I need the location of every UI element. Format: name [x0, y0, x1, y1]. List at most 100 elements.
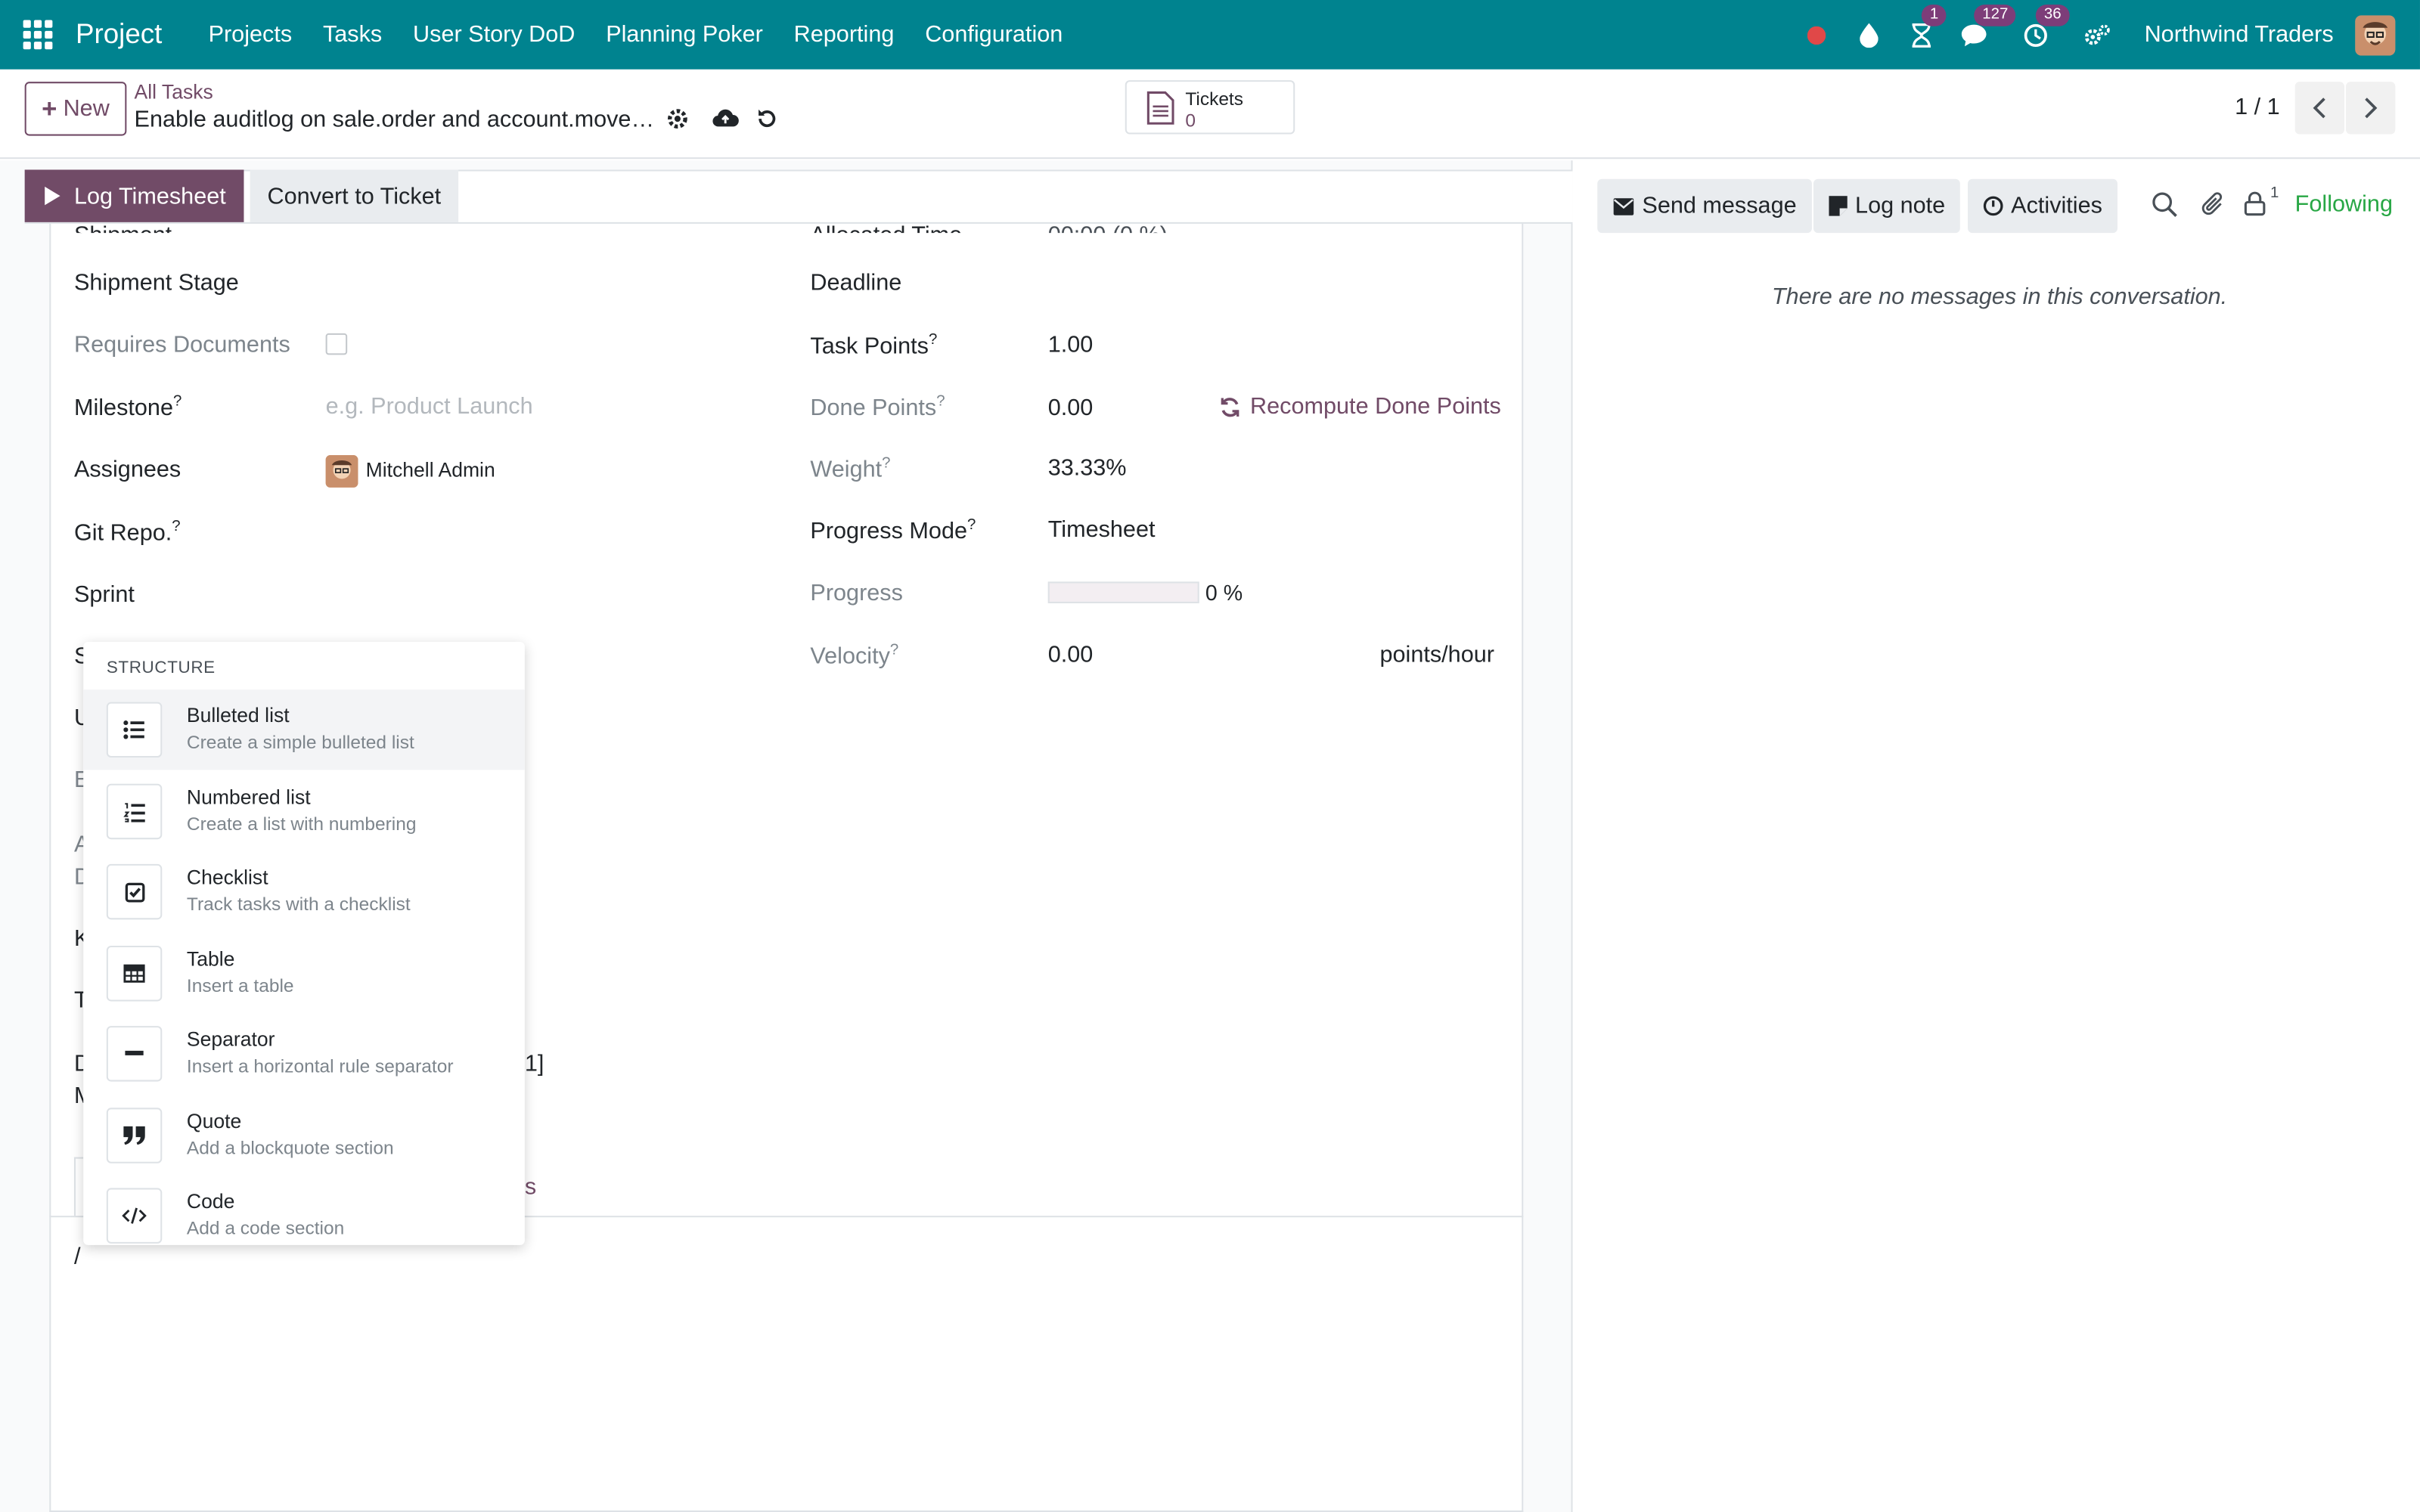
- powerbox-item-desc: Insert a table: [186, 974, 294, 997]
- followers-lock-icon[interactable]: [2244, 191, 2272, 219]
- progress-mode-value[interactable]: Timesheet: [1048, 517, 1156, 544]
- recompute-done-points-button[interactable]: Recompute Done Points: [1219, 393, 1501, 420]
- timer-icon[interactable]: 36: [2018, 4, 2069, 53]
- log-timesheet-button[interactable]: Log Timesheet: [24, 169, 244, 222]
- progress-bar: [1047, 581, 1199, 603]
- new-button[interactable]: + New: [24, 82, 127, 136]
- hourglass-activity-icon[interactable]: 1: [1903, 4, 1947, 53]
- shipment-label-cut: Shipment: [74, 224, 172, 233]
- menu-projects[interactable]: Projects: [193, 22, 307, 48]
- menu-reporting[interactable]: Reporting: [778, 22, 910, 48]
- menu-tasks[interactable]: Tasks: [308, 22, 398, 48]
- assignee-name[interactable]: Mitchell Admin: [366, 458, 495, 482]
- powerbox-item-table[interactable]: Table Insert a table: [83, 934, 525, 1014]
- progress-mode-help[interactable]: ?: [967, 517, 976, 534]
- task-points-text: Task Points: [810, 333, 929, 360]
- powerbox-item-desc: Track tasks with a checklist: [186, 893, 411, 916]
- powerbox-item-name: Bulleted list: [186, 703, 290, 727]
- deadline-label: Deadline: [810, 270, 902, 296]
- control-panel: + New All Tasks Enable auditlog on sale.…: [0, 69, 2420, 160]
- velocity-help[interactable]: ?: [890, 642, 898, 658]
- description-editor[interactable]: /: [74, 1244, 81, 1270]
- git-repo-text: Git Repo.: [73, 519, 172, 547]
- breadcrumb-all-tasks[interactable]: All Tasks: [135, 80, 213, 104]
- log-timesheet-label: Log Timesheet: [73, 182, 226, 209]
- powerbox-item-bulleted-list[interactable]: Bulleted list Create a simple bulleted l…: [83, 689, 525, 770]
- refresh-icon: [1221, 397, 1239, 417]
- menu-planning-poker[interactable]: Planning Poker: [591, 22, 778, 48]
- powerbox-menu: STRUCTURE Bulleted list Create a simple …: [83, 641, 525, 1245]
- drop-icon[interactable]: [1851, 16, 1888, 53]
- settings-cogs-icon[interactable]: [2080, 16, 2117, 53]
- send-message-label: Send message: [1642, 193, 1797, 219]
- requires-documents-checkbox[interactable]: [325, 333, 348, 355]
- powerbox-item-code[interactable]: Code Add a code section: [83, 1176, 525, 1245]
- convert-to-ticket-button[interactable]: Convert to Ticket: [250, 169, 459, 222]
- powerbox-item-name: Code: [186, 1189, 235, 1213]
- shipment-stage-label: Shipment Stage: [73, 270, 239, 296]
- powerbox-item-separator[interactable]: Separator Insert a horizontal rule separ…: [83, 1014, 525, 1094]
- user-avatar[interactable]: [2355, 14, 2396, 55]
- done-points-value: 0.00: [1047, 395, 1094, 422]
- tickets-label: Tickets: [1185, 88, 1243, 110]
- powerbox-category: STRUCTURE: [106, 658, 216, 677]
- task-points-help[interactable]: ?: [929, 332, 937, 349]
- minus-icon: [106, 1026, 163, 1082]
- git-repo-label: Git Repo.?: [74, 519, 181, 547]
- new-label: New: [63, 95, 110, 122]
- powerbox-item-numbered-list[interactable]: Numbered list Create a list with numberi…: [83, 771, 525, 851]
- pager-next-button[interactable]: [2346, 82, 2396, 135]
- weight-value: 33.33%: [1047, 455, 1127, 482]
- powerbox-item-name: Separator: [186, 1027, 275, 1051]
- pager-previous-button[interactable]: [2294, 82, 2344, 135]
- app-brand[interactable]: Project: [76, 18, 162, 51]
- requires-documents-label: Requires Documents: [73, 331, 290, 358]
- task-points-value[interactable]: 1.00: [1048, 332, 1094, 358]
- chevron-right-icon: [2365, 98, 2378, 119]
- weight-help[interactable]: ?: [882, 455, 890, 472]
- weight-text: Weight: [810, 457, 883, 483]
- followers-count: 1: [2270, 184, 2279, 203]
- partial-link-tail[interactable]: s: [525, 1174, 536, 1201]
- activities-label: Activities: [2011, 193, 2102, 219]
- tickets-smart-button[interactable]: Tickets 0: [1125, 80, 1295, 135]
- code-icon: [106, 1188, 163, 1244]
- milestone-label: Milestone?: [74, 393, 182, 421]
- menu-user-story-dod[interactable]: User Story DoD: [398, 22, 591, 48]
- partial-value-tail: 1]: [524, 1050, 544, 1077]
- assignees-label: Assignees: [73, 457, 182, 483]
- messages-icon[interactable]: 127: [1956, 4, 2016, 53]
- send-message-button[interactable]: Send message: [1597, 178, 1813, 234]
- powerbox-item-quote[interactable]: Quote Add a blockquote section: [83, 1095, 525, 1176]
- check-square-icon: [106, 863, 163, 920]
- envelope-icon: [1613, 197, 1634, 215]
- search-icon[interactable]: [2152, 191, 2180, 219]
- gear-icon[interactable]: [666, 107, 693, 135]
- discard-undo-icon[interactable]: [755, 107, 783, 135]
- play-icon: [45, 186, 60, 206]
- paperclip-icon[interactable]: [2199, 191, 2227, 219]
- powerbox-item-name: Checklist: [186, 865, 268, 889]
- done-points-help[interactable]: ?: [936, 393, 945, 410]
- milestone-input[interactable]: e.g. Product Launch: [326, 393, 533, 420]
- record-icon[interactable]: [1798, 16, 1835, 53]
- activities-button[interactable]: Activities: [1968, 178, 2118, 234]
- systray: 1 127 36 Northwind Traders: [1798, 0, 2420, 70]
- main-menu: Projects Tasks User Story DoD Planning P…: [193, 22, 1078, 48]
- pager-value[interactable]: 1 / 1: [2235, 94, 2280, 120]
- velocity-text: Velocity: [810, 643, 890, 670]
- powerbox-item-desc: Add a blockquote section: [186, 1137, 394, 1159]
- no-messages-text: There are no messages in this conversati…: [1771, 284, 2228, 311]
- powerbox-item-desc: Add a code section: [186, 1217, 345, 1239]
- menu-configuration[interactable]: Configuration: [910, 22, 1078, 48]
- company-switcher[interactable]: Northwind Traders: [2145, 22, 2334, 48]
- log-note-button[interactable]: Log note: [1813, 178, 1961, 234]
- apps-menu-icon[interactable]: [20, 17, 54, 51]
- git-repo-help[interactable]: ?: [172, 519, 180, 535]
- milestone-help[interactable]: ?: [173, 393, 182, 410]
- chevron-left-icon: [2313, 98, 2325, 119]
- powerbox-item-checklist[interactable]: Checklist Track tasks with a checklist: [83, 852, 525, 932]
- following-button[interactable]: Following: [2295, 191, 2393, 218]
- cloud-upload-icon[interactable]: [712, 107, 740, 135]
- sprint-label: Sprint: [73, 581, 135, 609]
